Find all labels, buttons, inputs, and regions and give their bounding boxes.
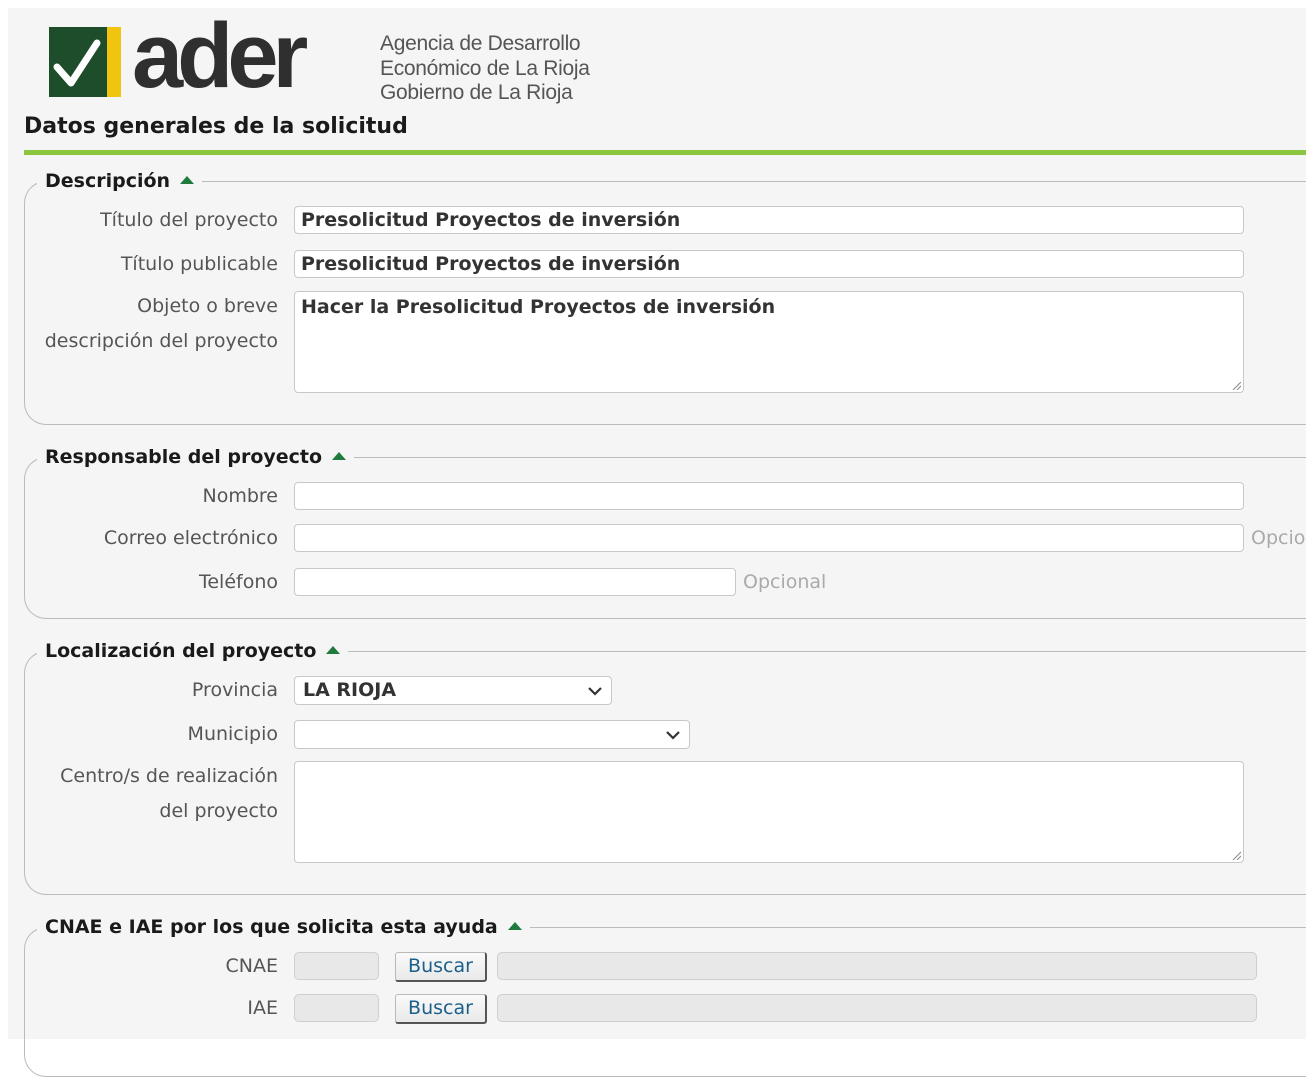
ader-logo-mark	[49, 27, 121, 97]
nombre-input[interactable]	[294, 482, 1244, 510]
legend-label: CNAE e IAE por los que solicita esta ayu…	[45, 916, 498, 938]
chevron-down-icon	[666, 731, 680, 740]
iae-code-input	[294, 994, 379, 1022]
agency-line: Agencia de Desarrollo	[380, 32, 581, 55]
legend-localizacion[interactable]: Localización del proyecto	[37, 638, 349, 664]
centro-textarea[interactable]	[294, 761, 1244, 863]
municipio-label: Municipio	[187, 723, 278, 745]
telefono-input[interactable]	[294, 568, 736, 596]
titulo-proyecto-label: Título del proyecto	[100, 209, 278, 231]
legend-cnae-iae[interactable]: CNAE e IAE por los que solicita esta ayu…	[37, 914, 530, 940]
titulo-proyecto-input[interactable]: Presolicitud Proyectos de inversión	[294, 206, 1244, 234]
provincia-label: Provincia	[191, 679, 278, 701]
telefono-optional-hint: Opcional	[743, 571, 827, 593]
legend-label: Descripción	[45, 170, 171, 192]
ader-logo-text: ader	[132, 5, 308, 107]
agency-name: Agencia de Desarrollo Económico de La Ri…	[380, 32, 590, 106]
objeto-text: Hacer la Presolicitud Proyectos de inver…	[301, 296, 776, 318]
iae-buscar-button[interactable]: Buscar	[395, 994, 487, 1024]
cnae-description-input	[497, 952, 1257, 980]
agency-line: Gobierno de La Rioja	[380, 81, 573, 104]
provincia-select[interactable]: LA RIOJA	[294, 676, 612, 705]
collapse-arrow-icon[interactable]	[326, 645, 341, 654]
resize-handle-icon[interactable]	[1231, 850, 1241, 860]
chevron-down-icon	[588, 687, 602, 696]
telefono-label: Teléfono	[198, 571, 278, 593]
centro-label: Centro/s de realización	[60, 765, 278, 787]
page-title: Datos generales de la solicitud	[24, 114, 408, 139]
centro-label-line2: del proyecto	[159, 800, 278, 822]
title-divider	[24, 150, 1306, 155]
correo-input[interactable]	[294, 524, 1244, 552]
correo-label: Correo electrónico	[103, 527, 278, 549]
agency-line: Económico de La Rioja	[380, 56, 590, 80]
correo-optional-hint: Opcional	[1251, 527, 1306, 549]
cnae-label: CNAE	[225, 955, 278, 977]
objeto-textarea[interactable]: Hacer la Presolicitud Proyectos de inver…	[294, 291, 1244, 393]
collapse-arrow-icon[interactable]	[332, 451, 347, 460]
collapse-arrow-icon[interactable]	[507, 921, 522, 930]
cnae-buscar-button[interactable]: Buscar	[395, 952, 487, 982]
titulo-publicable-label: Título publicable	[120, 253, 278, 275]
iae-description-input	[497, 994, 1257, 1022]
cnae-code-input	[294, 952, 379, 980]
resize-handle-icon[interactable]	[1231, 380, 1241, 390]
collapse-arrow-icon[interactable]	[180, 175, 195, 184]
legend-label: Localización del proyecto	[45, 640, 317, 662]
objeto-label: Objeto o breve	[137, 295, 278, 317]
nombre-label: Nombre	[202, 485, 279, 507]
checkmark-icon	[53, 39, 101, 87]
legend-label: Responsable del proyecto	[45, 446, 323, 468]
iae-label: IAE	[247, 997, 278, 1019]
legend-responsable[interactable]: Responsable del proyecto	[37, 444, 355, 470]
objeto-label-line2: descripción del proyecto	[44, 330, 278, 352]
titulo-publicable-input[interactable]: Presolicitud Proyectos de inversión	[294, 250, 1244, 278]
provincia-value: LA RIOJA	[303, 679, 397, 701]
legend-descripcion[interactable]: Descripción	[37, 168, 203, 194]
municipio-select[interactable]	[294, 720, 690, 749]
